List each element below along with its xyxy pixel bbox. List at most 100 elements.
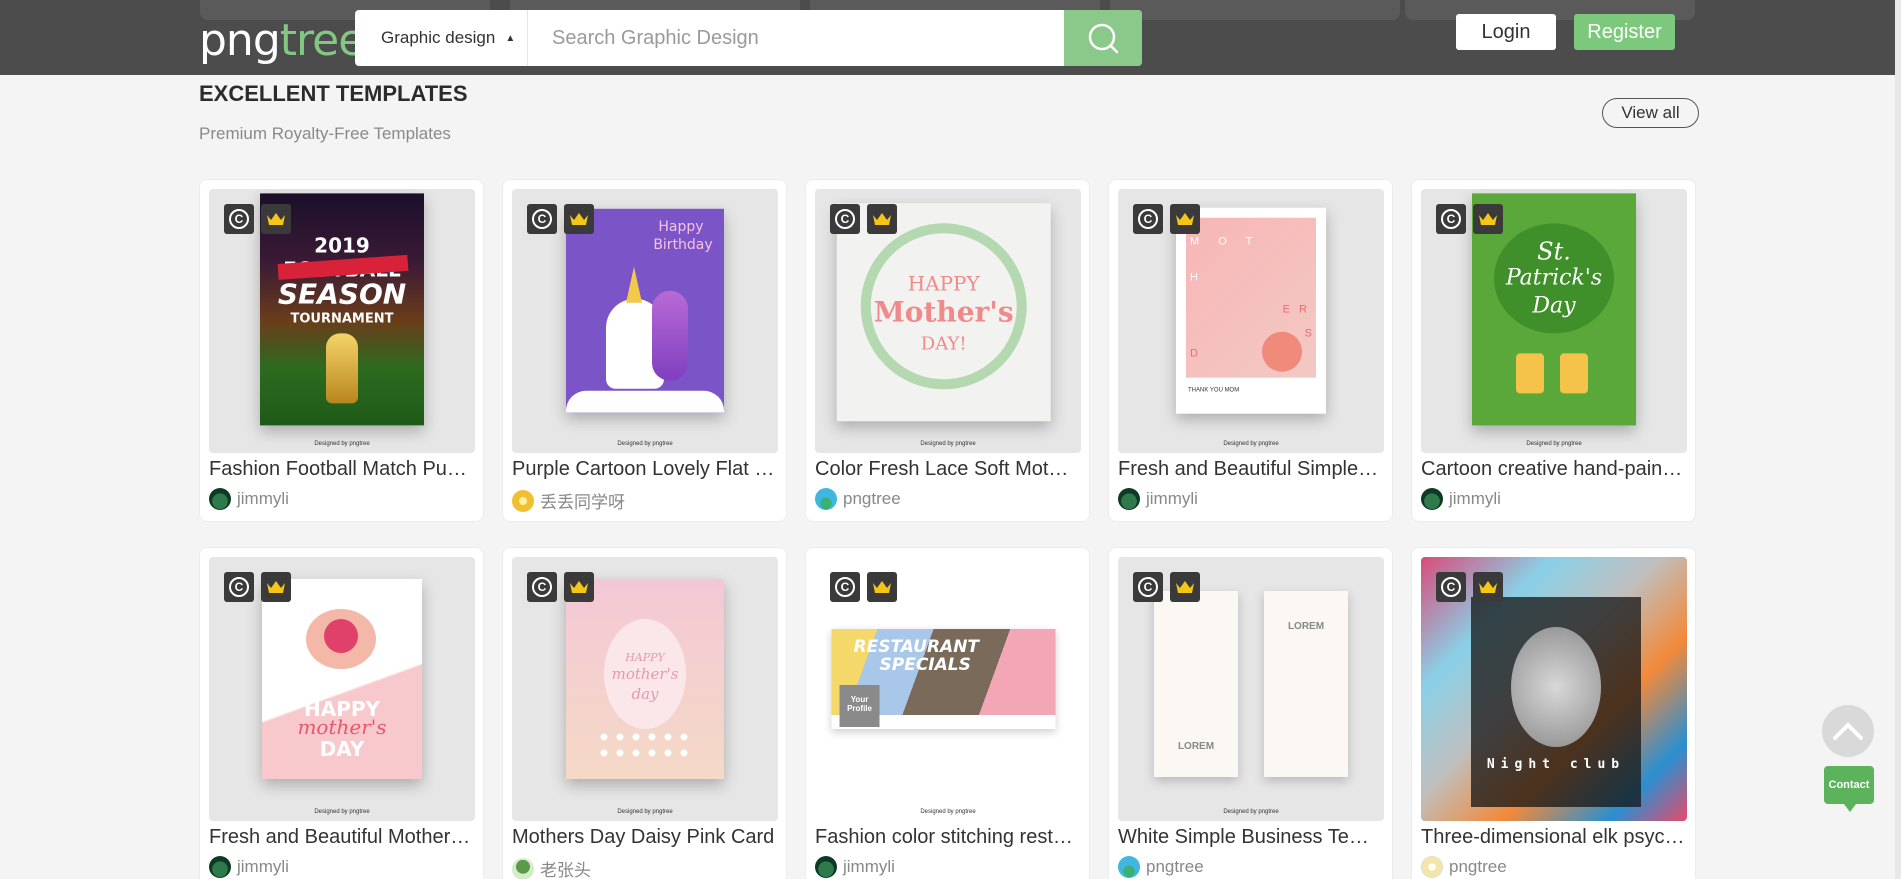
beer-mug-graphic (1560, 353, 1588, 394)
poster-mothers-day-rose: HAPPY mother's DAY (262, 579, 422, 779)
pngtree-logo[interactable]: pngtree (199, 16, 365, 66)
copyright-icon: C (1138, 577, 1158, 597)
card-author[interactable]: jimmyli (815, 856, 895, 878)
card-title[interactable]: Three-dimensional elk psyc… (1421, 826, 1689, 849)
section-title: EXCELLENT TEMPLATES (199, 81, 468, 106)
copyright-icon: C (1441, 577, 1461, 597)
designed-by-label: Designed by pngtree (314, 441, 370, 447)
light-avatar-icon (1421, 856, 1443, 878)
beer-mug-graphic (1516, 353, 1544, 394)
profile-placeholder: Your Profile (839, 685, 880, 727)
search-icon (1088, 23, 1119, 54)
template-thumbnail[interactable]: LOREM LOREM Designed by pngtree C (1118, 557, 1384, 821)
poster-text: S (1304, 327, 1312, 340)
green-tree-avatar-icon (1421, 488, 1443, 510)
copyright-badge: C (527, 572, 557, 602)
card-title[interactable]: Fresh and Beautiful Simple… (1118, 458, 1386, 481)
card-title[interactable]: Color Fresh Lace Soft Mot… (815, 458, 1083, 481)
crown-icon (873, 213, 891, 225)
register-button[interactable]: Register (1574, 14, 1675, 50)
poster-text: DAY (319, 737, 365, 761)
search-category-select[interactable]: Graphic design ▲ (355, 10, 528, 66)
template-thumbnail[interactable]: RESTAURANT SPECIALS Your Profile Designe… (815, 557, 1081, 821)
template-card[interactable]: HAPPY Mother's DAY! Designed by pngtree … (805, 179, 1090, 522)
poster-text: H (1190, 271, 1198, 284)
template-card[interactable]: Night club C Three-dimensional elk psyc…… (1411, 547, 1696, 879)
template-card[interactable]: Happy Birthday Designed by pngtree C Pur… (502, 179, 787, 522)
template-thumbnail[interactable]: HAPPY Mother's DAY! Designed by pngtree … (815, 189, 1081, 453)
poster-text: SEASON (277, 277, 407, 311)
template-card[interactable]: 2019 FOOTBALL SEASON TOURNAMENT Designed… (199, 179, 484, 522)
card-author[interactable]: pngtree (815, 488, 901, 510)
page-scrollbar[interactable] (1895, 0, 1901, 879)
author-name: pngtree (1449, 857, 1507, 876)
card-title[interactable]: Purple Cartoon Lovely Flat … (512, 458, 780, 481)
search-button[interactable] (1064, 10, 1142, 66)
card-author[interactable]: jimmyli (1421, 488, 1501, 510)
card-author[interactable]: jimmyli (1118, 488, 1198, 510)
author-name: jimmyli (1146, 489, 1198, 508)
cloud-graphic (566, 390, 724, 413)
template-card[interactable]: HAPPY mother's day Designed by pngtree C… (502, 547, 787, 879)
template-thumbnail[interactable]: Happy Birthday Designed by pngtree C (512, 189, 778, 453)
crown-icon (1479, 213, 1497, 225)
poster-text: HAPPY (907, 271, 980, 296)
author-name: 丢丢同学呀 (540, 493, 625, 512)
poster-text: mother's (611, 665, 679, 683)
daisy-graphic (596, 729, 692, 763)
template-thumbnail[interactable]: St. Patrick's Day Designed by pngtree C (1421, 189, 1687, 453)
poster-text: LOREM (1177, 741, 1215, 752)
search-input[interactable] (528, 10, 1064, 66)
poster-text: TOURNAMENT (290, 311, 394, 327)
card-author[interactable]: jimmyli (209, 488, 289, 510)
card-title[interactable]: Fashion color stitching rest… (815, 826, 1083, 849)
card-title[interactable]: Fashion Football Match Pu… (209, 458, 477, 481)
card-title[interactable]: Fresh and Beautiful Mother… (209, 826, 477, 849)
author-name: pngtree (843, 489, 901, 508)
card-author[interactable]: pngtree (1118, 856, 1204, 878)
author-name: jimmyli (237, 489, 289, 508)
template-card[interactable]: M O T H E R D S THANK YOU MOM Designed b… (1108, 179, 1393, 522)
copyright-icon: C (229, 577, 249, 597)
copyright-badge: C (224, 572, 254, 602)
template-thumbnail[interactable]: 2019 FOOTBALL SEASON TOURNAMENT Designed… (209, 189, 475, 453)
template-thumbnail[interactable]: HAPPY mother's day Designed by pngtree C (512, 557, 778, 821)
poster-text: Birthday (653, 236, 713, 253)
template-thumbnail[interactable]: Night club C (1421, 557, 1687, 821)
scroll-to-top-button[interactable] (1822, 705, 1874, 757)
template-card[interactable]: LOREM LOREM Designed by pngtree C White … (1108, 547, 1393, 879)
card-title[interactable]: Cartoon creative hand-pain… (1421, 458, 1689, 481)
card-author[interactable]: 丢丢同学呀 (512, 488, 625, 513)
rose-graphic (324, 619, 358, 653)
contact-button[interactable]: Contact (1824, 766, 1874, 812)
green-tree-avatar-icon (1118, 488, 1140, 510)
template-thumbnail[interactable]: M O T H E R D S THANK YOU MOM Designed b… (1118, 189, 1384, 453)
poster-text: Patrick's (1505, 265, 1603, 291)
rollup-banner-left: LOREM (1154, 591, 1238, 777)
chevron-up-icon (1833, 723, 1863, 740)
crown-icon (267, 581, 285, 593)
template-thumbnail[interactable]: HAPPY mother's DAY Designed by pngtree C (209, 557, 475, 821)
template-card[interactable]: RESTAURANT SPECIALS Your Profile Designe… (805, 547, 1090, 879)
poster-text: St. (1537, 237, 1571, 266)
template-card[interactable]: HAPPY mother's DAY Designed by pngtree C… (199, 547, 484, 879)
card-title[interactable]: White Simple Business Te… (1118, 826, 1386, 849)
card-author[interactable]: 老张头 (512, 856, 591, 879)
top-header: pngtree Graphic design ▲ Login Register (0, 0, 1901, 75)
copyright-badge: C (1133, 204, 1163, 234)
poster-unicorn: Happy Birthday (566, 208, 724, 413)
template-card[interactable]: St. Patrick's Day Designed by pngtree C … (1411, 179, 1696, 522)
tree-avatar-icon (512, 857, 534, 879)
poster-text: mother's (297, 715, 387, 739)
copyright-icon: C (1441, 209, 1461, 229)
card-author[interactable]: jimmyli (209, 856, 289, 878)
login-button[interactable]: Login (1456, 14, 1556, 50)
view-all-button[interactable]: View all (1602, 98, 1699, 128)
premium-badge (261, 204, 291, 234)
crown-icon (570, 213, 588, 225)
card-author[interactable]: pngtree (1421, 856, 1507, 878)
designed-by-label: Designed by pngtree (1223, 441, 1279, 447)
poster-text: E R (1282, 303, 1310, 316)
unicorn-mane (652, 290, 688, 381)
card-title[interactable]: Mothers Day Daisy Pink Card (512, 826, 780, 849)
